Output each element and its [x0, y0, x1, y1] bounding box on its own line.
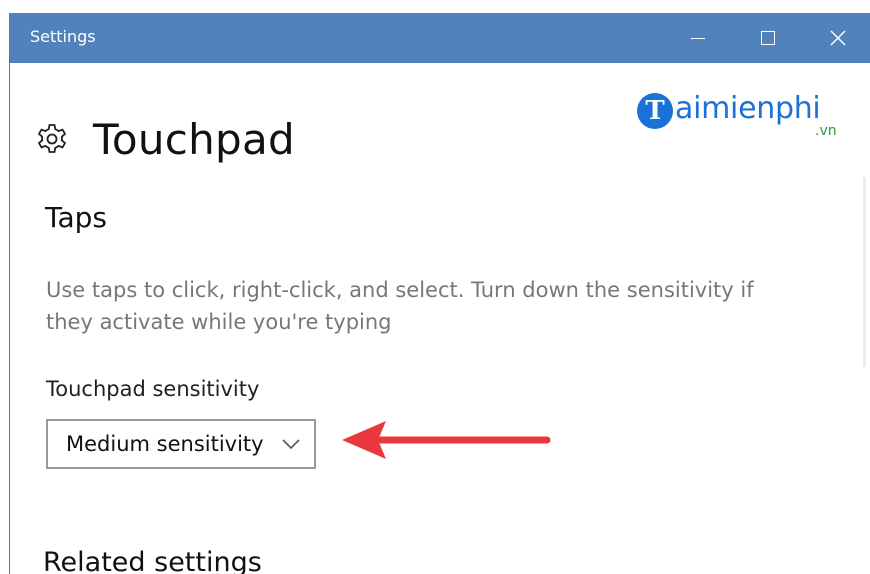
maximize-icon	[761, 31, 775, 45]
logo-badge-icon: T	[637, 93, 673, 129]
taps-description: Use taps to click, right-click, and sele…	[46, 278, 754, 334]
sensitivity-value: Medium sensitivity	[66, 432, 264, 456]
sensitivity-dropdown[interactable]: Medium sensitivity	[46, 419, 316, 469]
red-arrow-annotation	[342, 421, 551, 459]
settings-window: Settings Touchpad T aimienphi .vn Taps U…	[9, 13, 870, 574]
close-icon	[830, 30, 846, 46]
logo-suffix: .vn	[815, 123, 837, 139]
chevron-down-icon	[282, 439, 300, 450]
logo-word: aimienphi	[675, 91, 821, 126]
minimize-icon	[691, 37, 705, 39]
close-button[interactable]	[803, 13, 870, 63]
title-bar[interactable]: Settings	[10, 13, 870, 63]
window-title: Settings	[30, 27, 96, 46]
page-title: Touchpad	[93, 114, 296, 164]
minimize-button[interactable]	[663, 13, 733, 63]
maximize-button[interactable]	[733, 13, 803, 63]
scrollbar[interactable]	[863, 177, 866, 367]
logo-badge-letter: T	[645, 96, 665, 126]
sensitivity-label: Touchpad sensitivity	[46, 377, 260, 401]
watermark-logo: T aimienphi .vn	[635, 91, 855, 141]
related-settings-title: Related settings	[43, 547, 262, 574]
page-header: Touchpad	[35, 109, 295, 169]
taps-section-title: Taps	[45, 201, 107, 234]
gear-icon	[37, 124, 67, 153]
screenshot-page: Settings Touchpad T aimienphi .vn Taps U…	[0, 0, 870, 574]
